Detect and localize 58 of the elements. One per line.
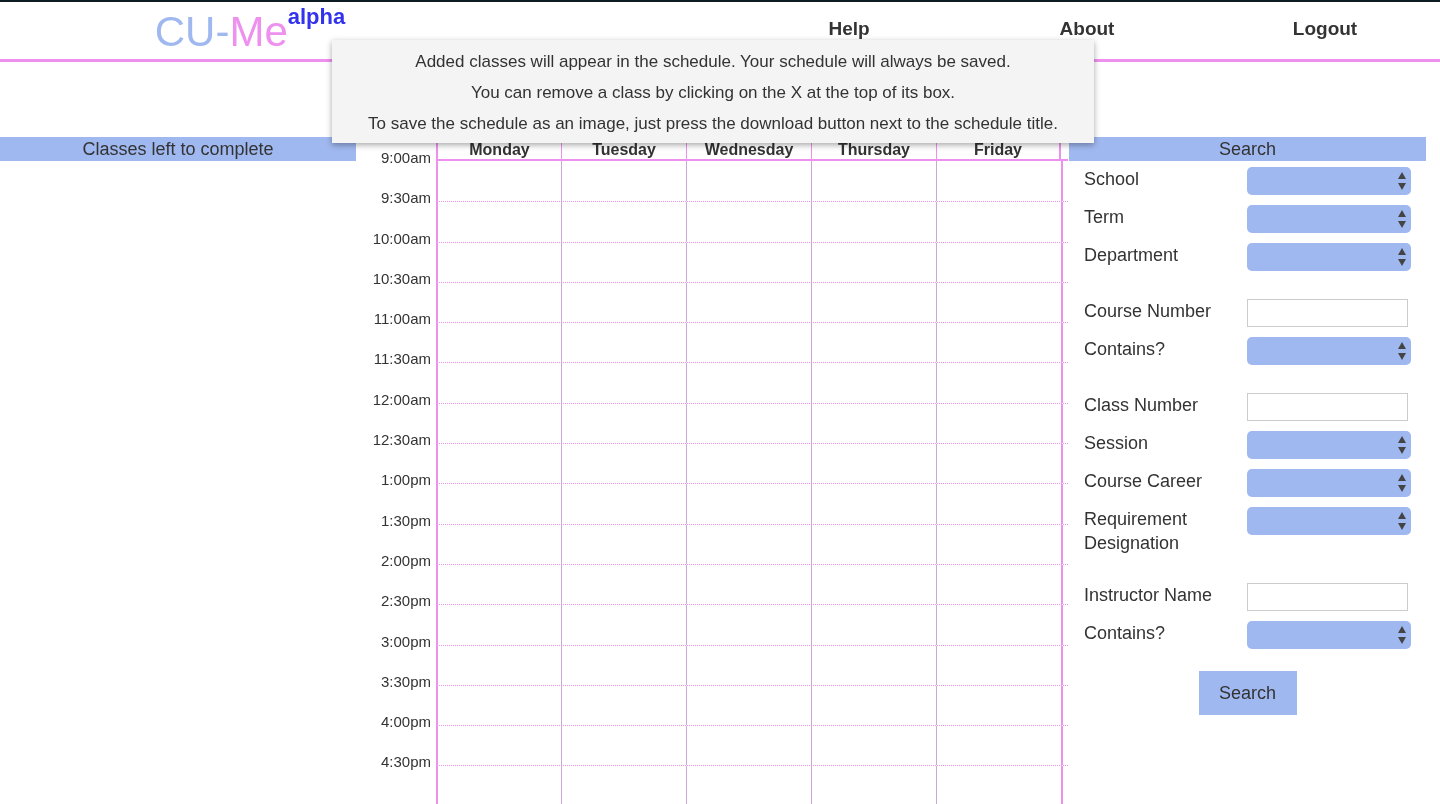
nav-link[interactable]: About: [968, 17, 1206, 40]
time-label: 2:00pm: [380, 551, 431, 569]
up-down-arrows-icon: [1397, 171, 1407, 191]
time-label: 1:30pm: [380, 511, 431, 529]
logo-text: Me: [229, 7, 288, 56]
alpha-label: alpha: [287, 3, 346, 29]
time-label: 11:00am: [373, 310, 431, 328]
tooltip-text: You can remove a class by clicking on the X at the top of its box.: [469, 82, 957, 104]
field-label: School: [1084, 168, 1141, 191]
search-button[interactable]: Search: [1198, 671, 1297, 715]
time-label: 12:30am: [372, 431, 431, 449]
up-down-arrows-icon: [1397, 209, 1407, 229]
up-down-arrows-icon: [1397, 625, 1407, 645]
field-label: Instructor Name: [1084, 584, 1214, 607]
up-down-arrows-icon: [1397, 341, 1407, 361]
select-field[interactable]: [1247, 469, 1411, 497]
time-label: 9:00am: [380, 149, 431, 166]
field-label: Course Career: [1084, 470, 1204, 493]
time-label: 4:00pm: [380, 713, 431, 731]
input-field[interactable]: [1247, 583, 1408, 611]
up-down-arrows-icon: [1397, 473, 1407, 493]
up-down-arrows-icon: [1397, 435, 1407, 455]
select-field[interactable]: [1247, 243, 1411, 271]
panel-header: Classes left to complete: [0, 137, 356, 161]
time-label: 2:30pm: [380, 592, 431, 610]
logo-text: CU-: [154, 7, 230, 56]
time-label: 3:30pm: [380, 672, 431, 690]
panel-header: Search: [1069, 137, 1426, 161]
select-field[interactable]: [1247, 167, 1411, 195]
nav-link[interactable]: Logout: [1206, 17, 1440, 40]
time-label: 3:00pm: [380, 632, 431, 650]
field-label: Contains?: [1084, 622, 1167, 645]
time-label: 4:30pm: [380, 753, 431, 771]
time-label: 9:30am: [380, 189, 431, 207]
select-field[interactable]: [1247, 507, 1411, 535]
select-field[interactable]: [1247, 621, 1411, 649]
field-label: Department: [1084, 244, 1180, 267]
input-field[interactable]: [1247, 393, 1408, 421]
field-label: Term: [1084, 206, 1125, 229]
field-label: Requirement Designation: [1084, 508, 1189, 555]
time-label: 10:30am: [372, 269, 431, 287]
tooltip-text: To save the schedule as an image, just press the download button next to the schedule title.: [367, 113, 1059, 135]
input-field[interactable]: [1247, 299, 1408, 327]
field-label: Contains?: [1084, 338, 1167, 361]
select-field[interactable]: [1247, 431, 1411, 459]
time-label: 1:00pm: [380, 471, 431, 489]
select-field[interactable]: [1247, 205, 1411, 233]
select-field[interactable]: [1247, 337, 1411, 365]
field-label: Class Number: [1084, 394, 1200, 417]
field-label: Course Number: [1084, 300, 1213, 323]
nav-link[interactable]: Help: [730, 17, 968, 40]
time-label: 12:00am: [372, 390, 431, 408]
up-down-arrows-icon: [1397, 511, 1407, 531]
time-label: 11:30am: [373, 350, 431, 368]
up-down-arrows-icon: [1397, 247, 1407, 267]
field-label: Session: [1084, 432, 1150, 455]
time-label: 10:00am: [372, 229, 431, 247]
tooltip-text: Added classes will appear in the schedule. Your schedule will always be saved.: [414, 51, 1012, 73]
